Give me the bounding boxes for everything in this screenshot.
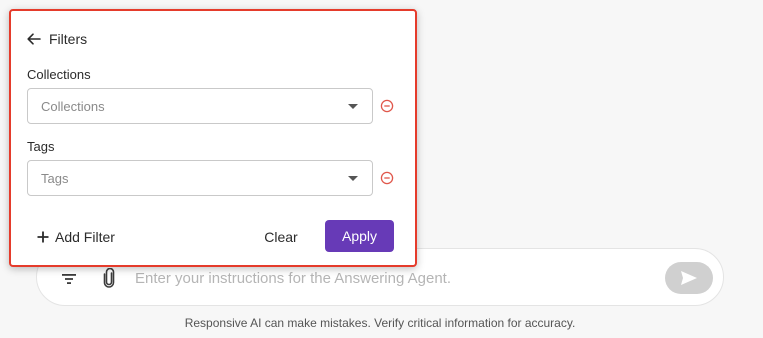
tags-placeholder: Tags — [41, 171, 69, 186]
caret-down-icon — [348, 176, 358, 181]
disclaimer-text: Responsive AI can make mistakes. Verify … — [184, 316, 576, 330]
filters-panel: Filters Collections Collections Tags Tag… — [9, 9, 417, 267]
add-filter-label: Add Filter — [55, 229, 115, 245]
remove-tags-button[interactable] — [380, 171, 394, 185]
minus-circle-icon — [380, 171, 394, 185]
paperclip-icon[interactable] — [99, 267, 119, 289]
filters-title: Filters — [49, 31, 88, 47]
arrow-left-icon — [27, 33, 41, 45]
apply-button[interactable]: Apply — [325, 220, 394, 252]
filters-back-button[interactable]: Filters — [27, 29, 87, 49]
plus-icon — [37, 231, 49, 243]
add-filter-button[interactable]: Add Filter — [37, 227, 115, 247]
filter-icon[interactable] — [59, 269, 79, 289]
tags-label: Tags — [27, 139, 55, 154]
collections-select[interactable]: Collections — [27, 88, 373, 124]
stage: Responsive AI can make mistakes. Verify … — [0, 0, 763, 338]
collections-placeholder: Collections — [41, 99, 105, 114]
send-icon — [681, 271, 697, 285]
send-button[interactable] — [665, 262, 713, 294]
caret-down-icon — [348, 104, 358, 109]
chat-instructions-input[interactable] — [135, 265, 655, 291]
clear-button[interactable]: Clear — [255, 226, 307, 248]
tags-select[interactable]: Tags — [27, 160, 373, 196]
collections-label: Collections — [27, 67, 91, 82]
remove-collections-button[interactable] — [380, 99, 394, 113]
minus-circle-icon — [380, 99, 394, 113]
